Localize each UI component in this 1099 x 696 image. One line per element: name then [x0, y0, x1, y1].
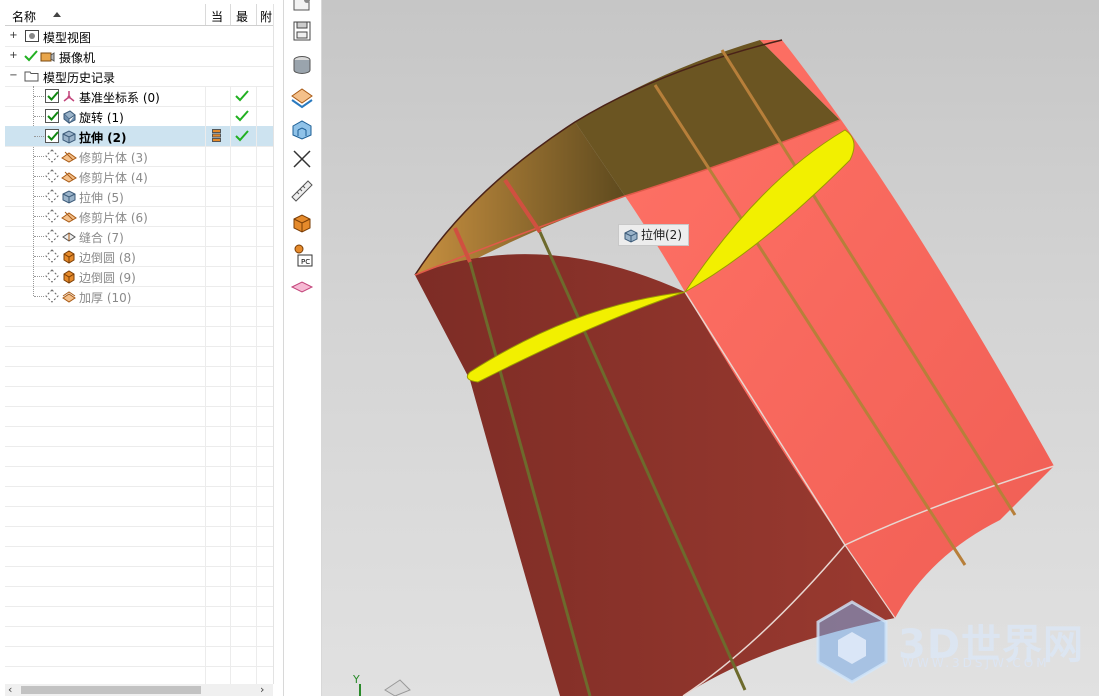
extrude-icon: [624, 229, 638, 243]
tooltip-text: 拉伸(2): [641, 228, 682, 242]
watermark-url: WWW.3DSJW.COM: [902, 656, 1050, 670]
axis-cube-icon: [384, 679, 411, 696]
model-3d-view[interactable]: [0, 0, 1099, 696]
y-axis-label: Y: [353, 673, 360, 686]
feature-tooltip: 拉伸(2): [618, 224, 689, 246]
